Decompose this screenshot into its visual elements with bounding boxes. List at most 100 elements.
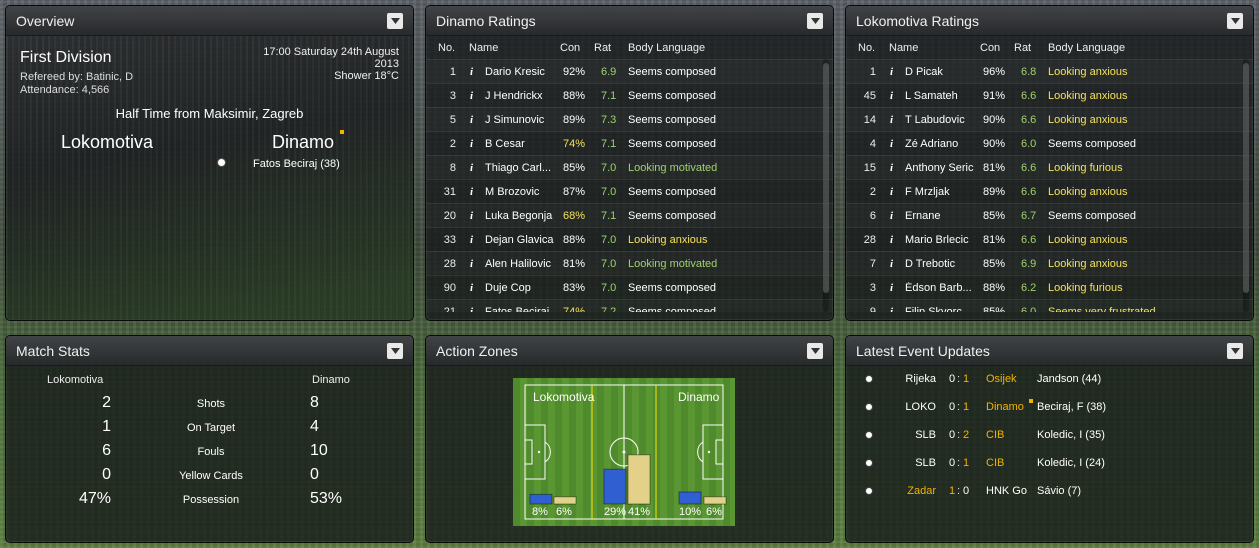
event-away-team[interactable]: Dinamo [986,401,1024,413]
player-name[interactable]: Thiago Carl... [485,162,555,174]
player-row[interactable]: 8 i Thiago Carl... 85% 7.0 Looking motivated [426,155,833,179]
player-row[interactable]: 28 i Mario Brlecic 81% 6.6 Looking anxious [846,227,1253,251]
away-team-name[interactable]: Dinamo [272,132,334,153]
player-name[interactable]: Luka Begonja [485,210,555,222]
event-away-team[interactable]: HNK Go [986,485,1027,497]
player-row[interactable]: 2 i B Cesar 74% 7.1 Seems composed [426,131,833,155]
info-icon[interactable]: i [470,162,473,174]
player-name[interactable]: Ernane [905,210,975,222]
info-icon[interactable]: i [890,234,893,246]
col-name[interactable]: Name [889,42,918,54]
event-home-team[interactable]: SLB [846,429,936,441]
player-name[interactable]: J Hendrickx [485,90,555,102]
col-no[interactable]: No. [438,42,455,54]
event-scorer[interactable]: Jandson (44) [1037,373,1101,385]
player-row[interactable]: 9 i Filip Skvorc 85% 6.0 Seems very frustrate… [846,299,1253,312]
scrollbar[interactable] [1243,59,1249,312]
info-icon[interactable]: i [470,234,473,246]
info-icon[interactable]: i [890,66,893,78]
scrollbar-thumb[interactable] [1243,63,1249,293]
info-icon[interactable]: i [890,282,893,294]
home-team-name[interactable]: Lokomotiva [61,132,153,153]
player-row[interactable]: 2 i F Mrzljak 89% 6.6 Looking anxious [846,179,1253,203]
info-icon[interactable]: i [890,210,893,222]
info-icon[interactable]: i [890,186,893,198]
info-icon[interactable]: i [470,90,473,102]
player-name[interactable]: Filip Skvorc [905,306,975,312]
player-name[interactable]: Fatos Beciraj [485,306,555,312]
event-scorer[interactable]: Sávio (7) [1037,485,1081,497]
info-icon[interactable]: i [890,306,893,312]
info-icon[interactable]: i [890,258,893,270]
scrollbar[interactable] [823,59,829,312]
info-icon[interactable]: i [470,282,473,294]
player-name[interactable]: Édson Barb... [905,282,975,294]
player-name[interactable]: J Simunovic [485,114,555,126]
player-row[interactable]: 7 i D Trebotic 85% 6.9 Looking anxious [846,251,1253,275]
event-home-team[interactable]: SLB [846,457,936,469]
info-icon[interactable]: i [890,162,893,174]
dinamo-ratings-menu-button[interactable] [807,12,823,29]
scrollbar-thumb[interactable] [823,63,829,293]
player-row[interactable]: 4 i Zé Adriano 90% 6.0 Seems composed [846,131,1253,155]
info-icon[interactable]: i [470,138,473,150]
player-name[interactable]: F Mrzljak [905,186,975,198]
player-row[interactable]: 14 i T Labudovic 90% 6.6 Looking anxious [846,107,1253,131]
event-row[interactable]: LOKO 0:1 Dinamo Beciraj, F (38) [846,394,1253,422]
event-away-team[interactable]: CIB [986,429,1004,441]
event-away-team[interactable]: CIB [986,457,1004,469]
info-icon[interactable]: i [470,186,473,198]
col-no[interactable]: No. [858,42,875,54]
player-name[interactable]: B Cesar [485,138,555,150]
info-icon[interactable]: i [890,114,893,126]
player-name[interactable]: Zé Adriano [905,138,975,150]
event-home-team[interactable]: Rijeka [846,373,936,385]
event-row[interactable]: Rijeka 0:1 Osijek Jandson (44) [846,366,1253,394]
event-scorer[interactable]: Beciraj, F (38) [1037,401,1106,413]
col-con[interactable]: Con [560,42,580,54]
col-rat[interactable]: Rat [594,42,611,54]
event-away-team[interactable]: Osijek [986,373,1017,385]
player-name[interactable]: Duje Cop [485,282,555,294]
player-row[interactable]: 33 i Dejan Glavica 88% 7.0 Looking anxious [426,227,833,251]
player-name[interactable]: D Picak [905,66,975,78]
player-row[interactable]: 6 i Ernane 85% 6.7 Seems composed [846,203,1253,227]
lokomotiva-ratings-menu-button[interactable] [1227,12,1243,29]
col-rat[interactable]: Rat [1014,42,1031,54]
player-name[interactable]: L Samateh [905,90,975,102]
player-name[interactable]: Alen Halilovic [485,258,555,270]
player-row[interactable]: 3 i J Hendrickx 88% 7.1 Seems composed [426,83,833,107]
event-row[interactable]: SLB 0:2 CIB Koledic, I (35) [846,422,1253,450]
info-icon[interactable]: i [470,210,473,222]
player-row[interactable]: 20 i Luka Begonja 68% 7.1 Seems composed [426,203,833,227]
event-row[interactable]: SLB 0:1 CIB Koledic, I (24) [846,450,1253,478]
event-home-team[interactable]: LOKO [846,401,936,413]
event-home-team[interactable]: Zadar [846,485,936,497]
info-icon[interactable]: i [470,306,473,312]
player-row[interactable]: 45 i L Samateh 91% 6.6 Looking anxious [846,83,1253,107]
player-row[interactable]: 3 i Édson Barb... 88% 6.2 Looking furious [846,275,1253,299]
player-row[interactable]: 1 i Dario Kresic 92% 6.9 Seems composed [426,59,833,83]
player-row[interactable]: 90 i Duje Cop 83% 7.0 Seems composed [426,275,833,299]
overview-menu-button[interactable] [387,12,403,29]
goal-scorer[interactable]: Fatos Beciraj (38) [253,158,340,170]
event-scorer[interactable]: Koledic, I (35) [1037,429,1105,441]
event-scorer[interactable]: Koledic, I (24) [1037,457,1105,469]
player-name[interactable]: D Trebotic [905,258,975,270]
col-name[interactable]: Name [469,42,498,54]
player-row[interactable]: 5 i J Simunovic 89% 7.3 Seems composed [426,107,833,131]
player-name[interactable]: Mario Brlecic [905,234,975,246]
player-row[interactable]: 15 i Anthony Seric 81% 6.6 Looking furious [846,155,1253,179]
action-zones-menu-button[interactable] [807,342,823,359]
player-row[interactable]: 28 i Alen Halilovic 81% 7.0 Looking motivated [426,251,833,275]
info-icon[interactable]: i [470,66,473,78]
player-name[interactable]: T Labudovic [905,114,975,126]
info-icon[interactable]: i [470,258,473,270]
col-body-language[interactable]: Body Language [1048,42,1125,54]
player-row[interactable]: 1 i D Picak 96% 6.8 Looking anxious [846,59,1253,83]
player-row[interactable]: 31 i M Brozovic 87% 7.0 Seems composed [426,179,833,203]
info-icon[interactable]: i [470,114,473,126]
match-stats-menu-button[interactable] [387,342,403,359]
player-name[interactable]: M Brozovic [485,186,555,198]
player-name[interactable]: Dario Kresic [485,66,555,78]
